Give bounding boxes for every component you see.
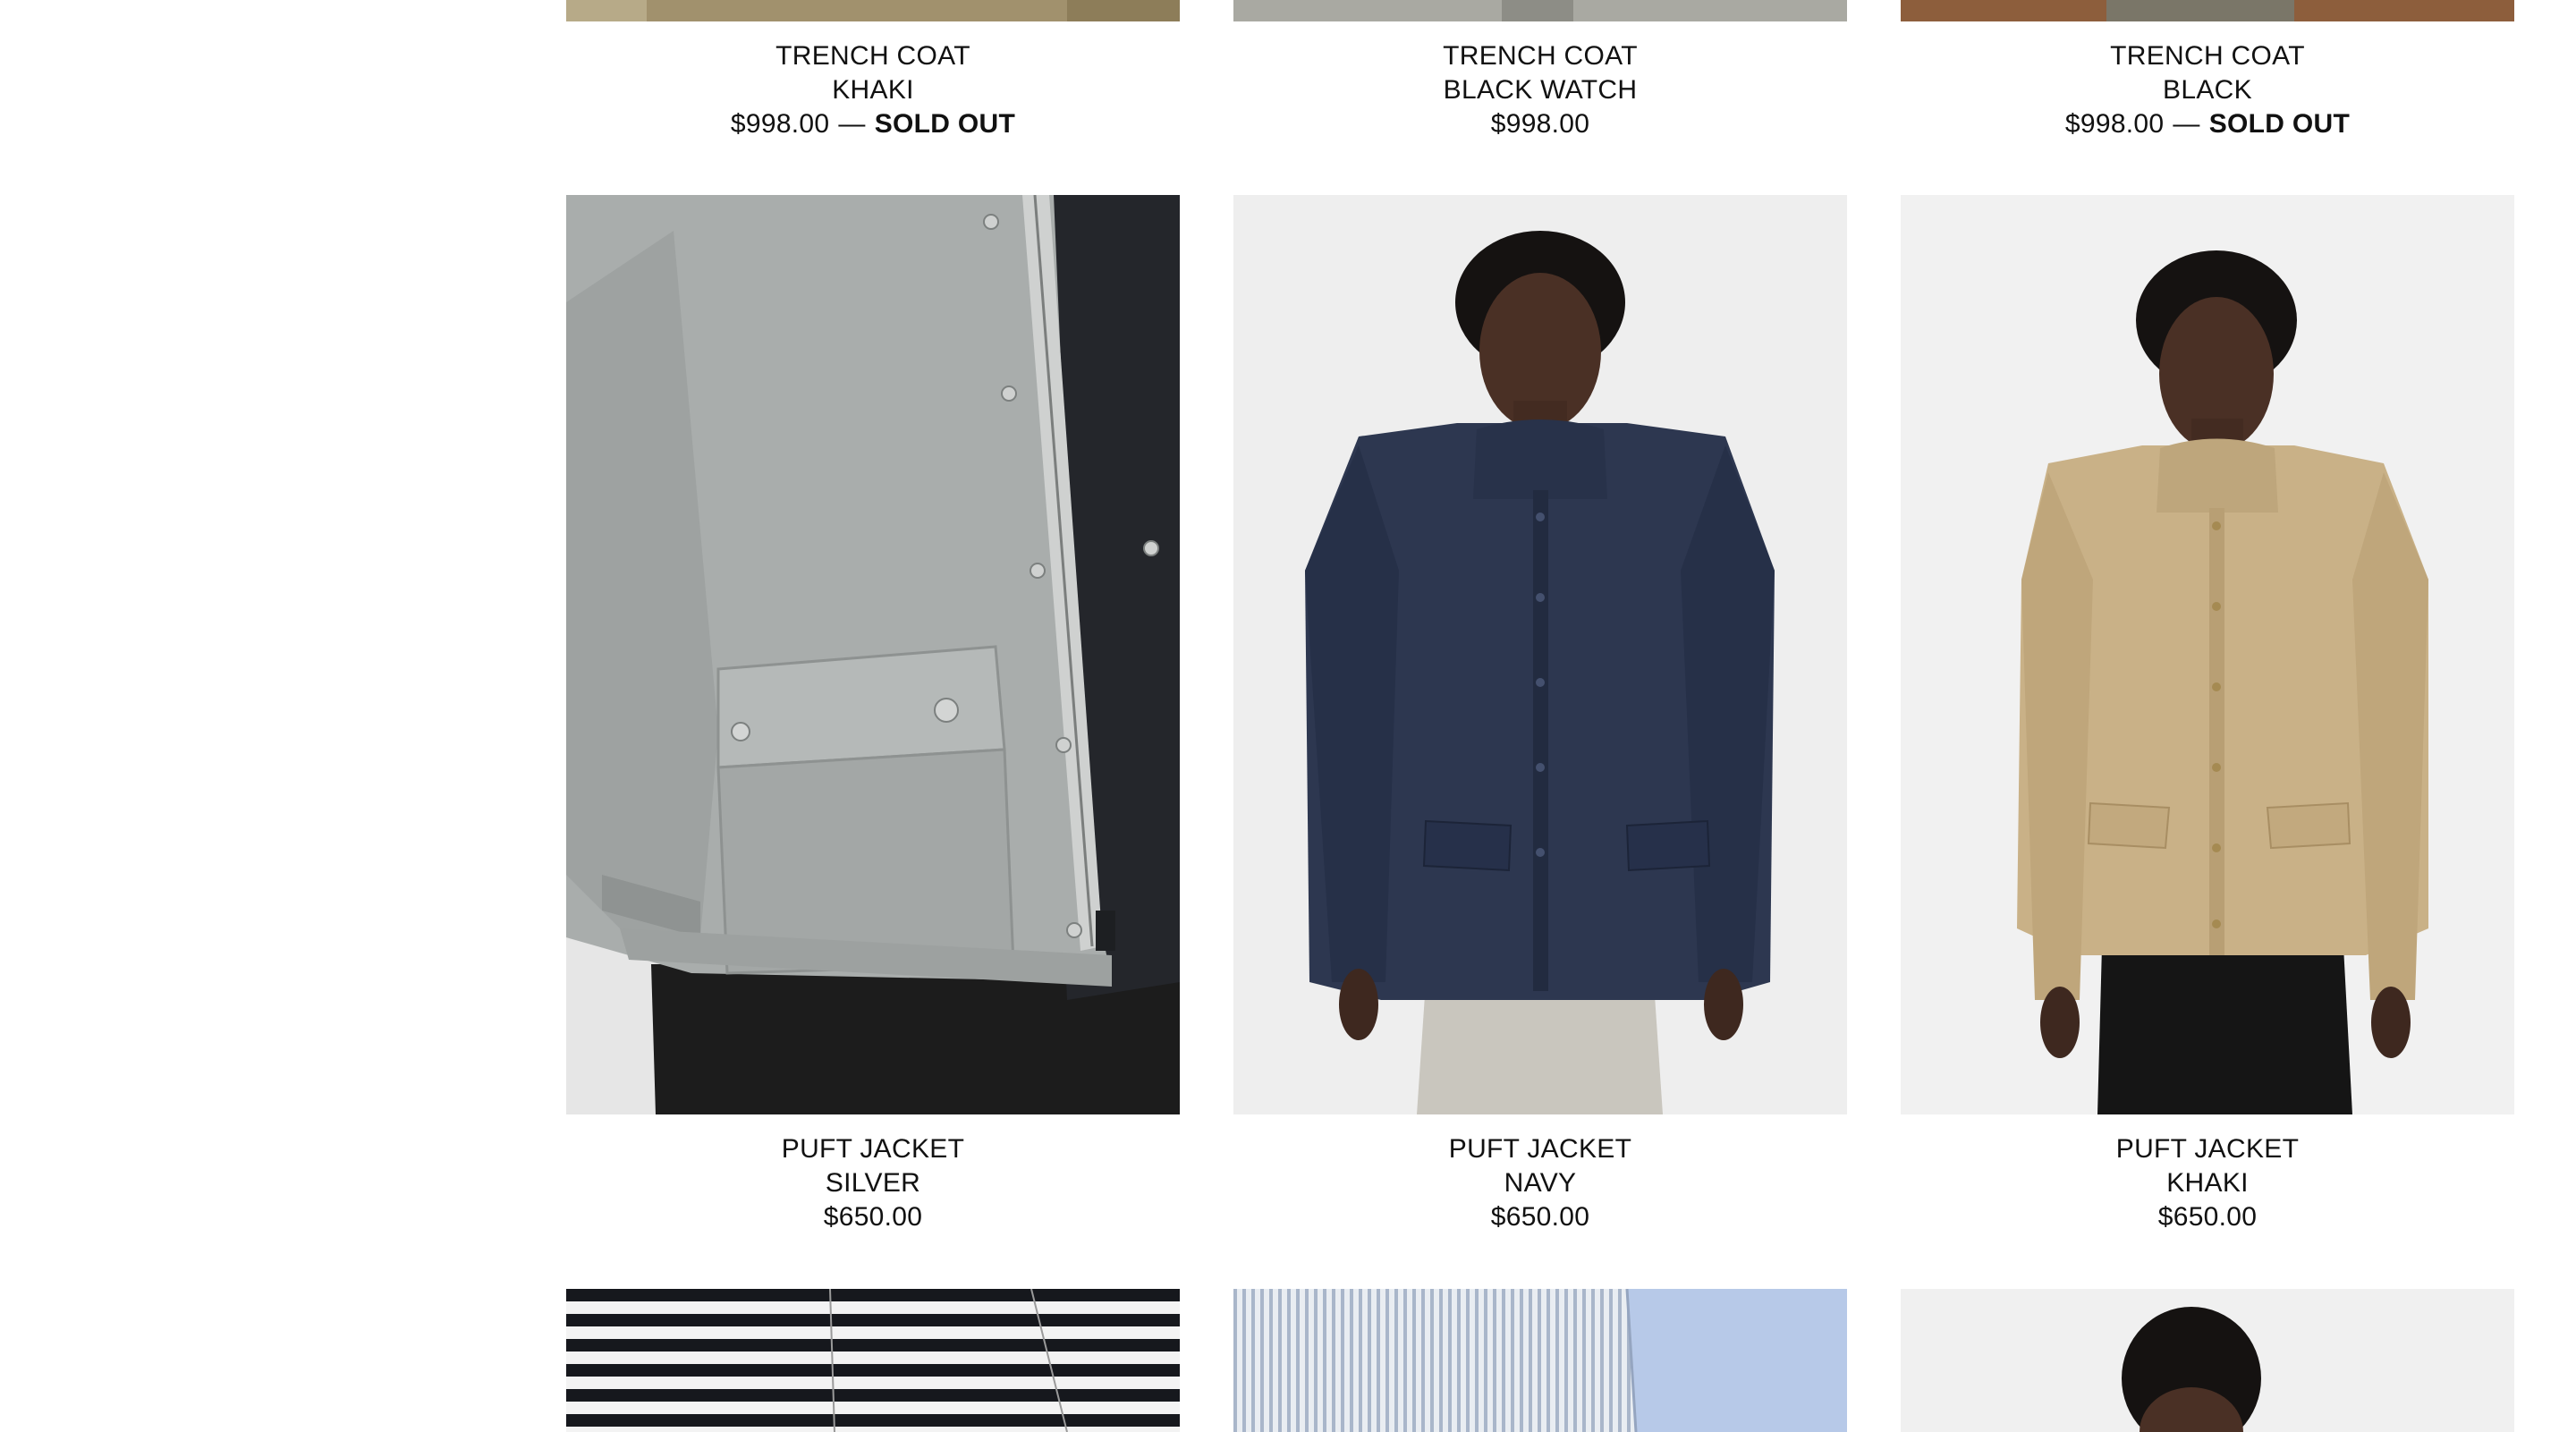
product-image[interactable]: [1901, 0, 2514, 21]
product-name[interactable]: PUFT JACKET: [1233, 1132, 1847, 1166]
product-price: $650.00: [2157, 1202, 2258, 1232]
product-name[interactable]: TRENCH COAT: [1233, 39, 1847, 73]
product-info: PUFT JACKET NAVY $650.00: [1233, 1132, 1847, 1234]
product-color: BLACK: [2163, 75, 2252, 105]
product-image[interactable]: [566, 0, 1180, 21]
product-price: $998.00: [2064, 109, 2165, 139]
product-info: TRENCH COAT KHAKI $998.00 — SOLD OUT: [566, 39, 1180, 141]
product-image[interactable]: [1233, 1289, 1847, 1432]
product-price: $650.00: [1490, 1202, 1590, 1232]
product-image[interactable]: [1901, 195, 2514, 1114]
product-price: $998.00: [1490, 109, 1590, 139]
product-grid: TRENCH COAT KHAKI $998.00 — SOLD OUT TRENC…: [566, 0, 2514, 1432]
separator: —: [838, 109, 866, 139]
product-image[interactable]: [1233, 0, 1847, 21]
price-line: $998.00 — SOLD OUT: [1901, 107, 2514, 141]
product-color: KHAKI: [2166, 1168, 2249, 1198]
product-info: TRENCH COAT BLACK $998.00 — SOLD OUT: [1901, 39, 2514, 141]
product-name[interactable]: TRENCH COAT: [1901, 39, 2514, 73]
product-info: TRENCH COAT BLACK WATCH $998.00: [1233, 39, 1847, 141]
product-image[interactable]: [566, 195, 1180, 1114]
product-name[interactable]: TRENCH COAT: [566, 39, 1180, 73]
product-info: PUFT JACKET SILVER $650.00: [566, 1132, 1180, 1234]
separator: —: [2173, 109, 2200, 139]
sold-out-badge: SOLD OUT: [2208, 109, 2351, 139]
product-image[interactable]: [1233, 195, 1847, 1114]
sold-out-badge: SOLD OUT: [874, 109, 1016, 139]
product-info: PUFT JACKET KHAKI $650.00: [1901, 1132, 2514, 1234]
product-image[interactable]: [1901, 1289, 2514, 1432]
product-image[interactable]: [566, 1289, 1180, 1432]
product-color: NAVY: [1504, 1168, 1577, 1198]
price-line: $998.00 — SOLD OUT: [566, 107, 1180, 141]
product-color: KHAKI: [832, 75, 914, 105]
product-name[interactable]: PUFT JACKET: [566, 1132, 1180, 1166]
product-color: SILVER: [825, 1168, 921, 1198]
product-price: $998.00: [730, 109, 830, 139]
product-price: $650.00: [823, 1202, 923, 1232]
product-name[interactable]: PUFT JACKET: [1901, 1132, 2514, 1166]
product-color: BLACK WATCH: [1443, 75, 1638, 105]
